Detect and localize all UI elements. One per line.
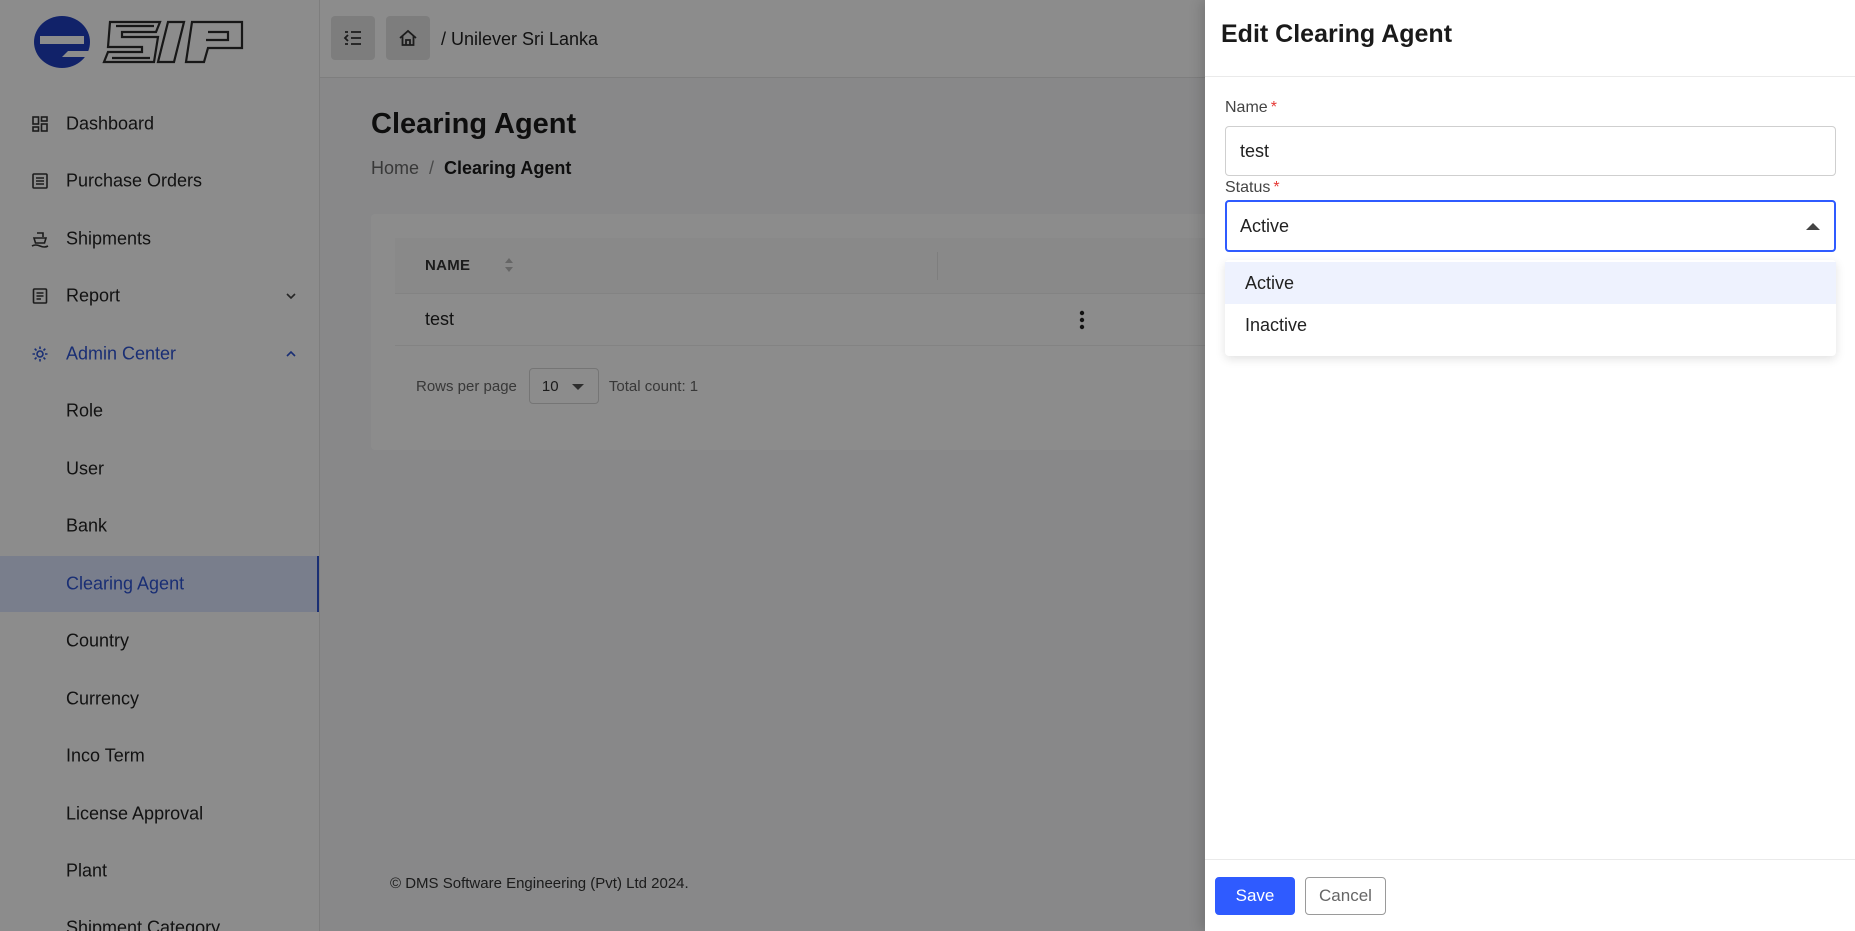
caret-up-icon	[1806, 223, 1820, 230]
cancel-button[interactable]: Cancel	[1305, 877, 1386, 915]
required-marker: *	[1270, 99, 1277, 116]
name-label-text: Name	[1225, 99, 1268, 116]
status-dropdown-menu: Active Inactive	[1225, 260, 1836, 356]
name-field[interactable]	[1225, 126, 1836, 176]
status-select[interactable]: Active	[1225, 200, 1836, 252]
edit-clearing-agent-drawer: Edit Clearing Agent Name* Status* Active…	[1205, 0, 1855, 931]
drawer-footer: Save Cancel	[1205, 859, 1855, 931]
drawer-header: Edit Clearing Agent	[1205, 0, 1855, 77]
drawer-title: Edit Clearing Agent	[1221, 20, 1453, 48]
status-option-inactive[interactable]: Inactive	[1225, 304, 1836, 346]
status-select-value: Active	[1240, 216, 1290, 236]
required-marker: *	[1273, 179, 1280, 196]
save-button[interactable]: Save	[1215, 877, 1295, 915]
status-field-label: Status *	[1225, 179, 1280, 197]
status-label-text: Status	[1225, 179, 1271, 196]
status-option-active[interactable]: Active	[1225, 262, 1836, 304]
name-field-label: Name *	[1225, 99, 1277, 117]
